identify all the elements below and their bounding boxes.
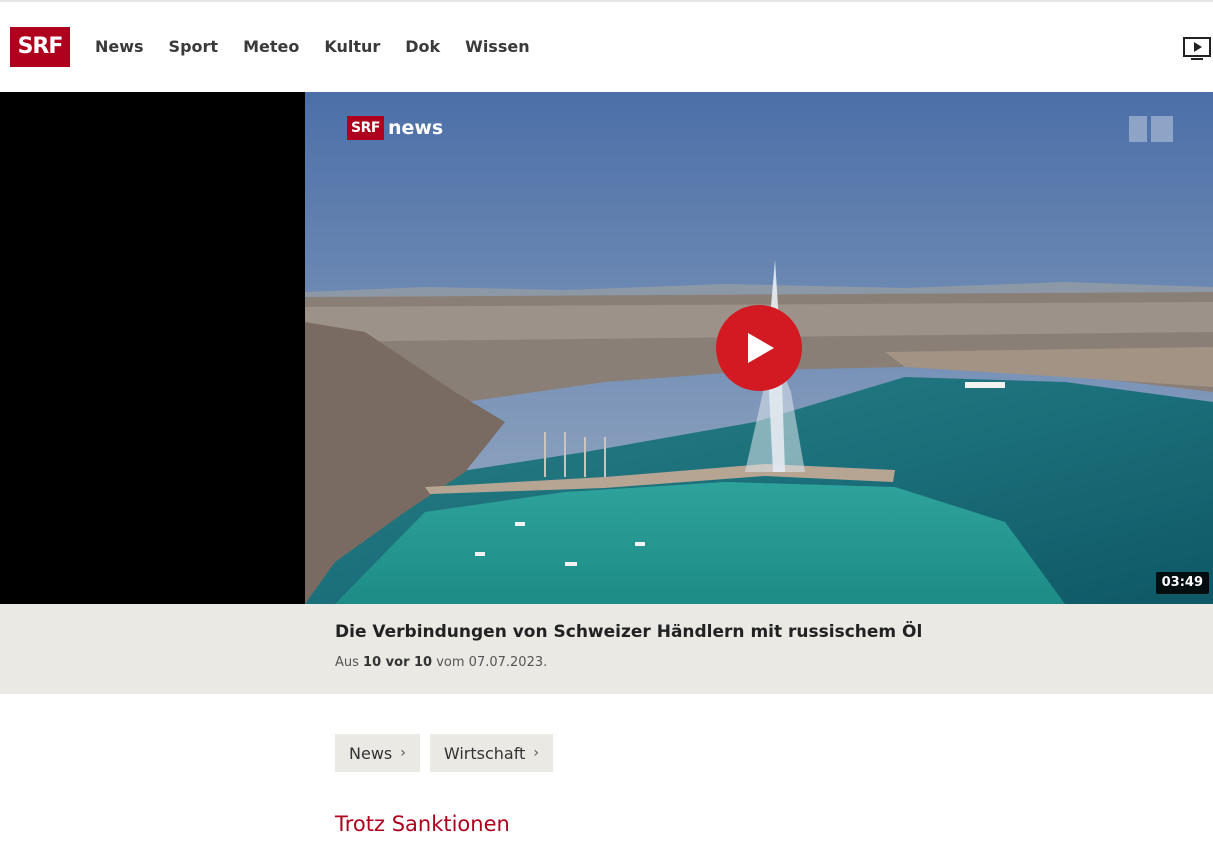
nav-item-meteo[interactable]: Meteo (243, 35, 299, 59)
nav-item-news[interactable]: News (95, 35, 144, 59)
tag-wirtschaft[interactable]: Wirtschaft › (429, 734, 553, 772)
tag-list: News › Wirtschaft › (335, 734, 563, 772)
nav-item-dok[interactable]: Dok (405, 35, 440, 59)
show-name[interactable]: 10 vor 10 (363, 655, 432, 670)
chevron-right-icon: › (533, 745, 539, 761)
article-kicker: Trotz Sanktionen (335, 812, 510, 836)
play-button[interactable] (716, 305, 802, 391)
tag-news[interactable]: News › (335, 734, 420, 772)
video-caption: Die Verbindungen von Schweizer Händlern … (0, 604, 1213, 694)
nav-item-kultur[interactable]: Kultur (324, 35, 380, 59)
video-player: SRF news 03:49 (0, 92, 1213, 604)
video-frame[interactable]: SRF news 03:49 (305, 92, 1213, 604)
srf-news-watermark: SRF news (347, 116, 443, 140)
duration-badge: 03:49 (1155, 572, 1209, 594)
channel-logo-icon (1129, 116, 1173, 142)
chevron-right-icon: › (400, 745, 406, 761)
nav-item-sport[interactable]: Sport (169, 35, 219, 59)
srf-logo[interactable]: SRF (10, 27, 70, 67)
nav-item-wissen[interactable]: Wissen (465, 35, 529, 59)
video-title: Die Verbindungen von Schweizer Händlern … (335, 622, 923, 642)
site-header: SRF News Sport Meteo Kultur Dok Wissen (0, 2, 1213, 92)
tv-play-icon[interactable] (1182, 36, 1212, 62)
play-icon (748, 333, 774, 363)
main-nav: News Sport Meteo Kultur Dok Wissen (95, 35, 555, 59)
video-meta: Aus 10 vor 10 vom 07.07.2023. (335, 655, 548, 670)
